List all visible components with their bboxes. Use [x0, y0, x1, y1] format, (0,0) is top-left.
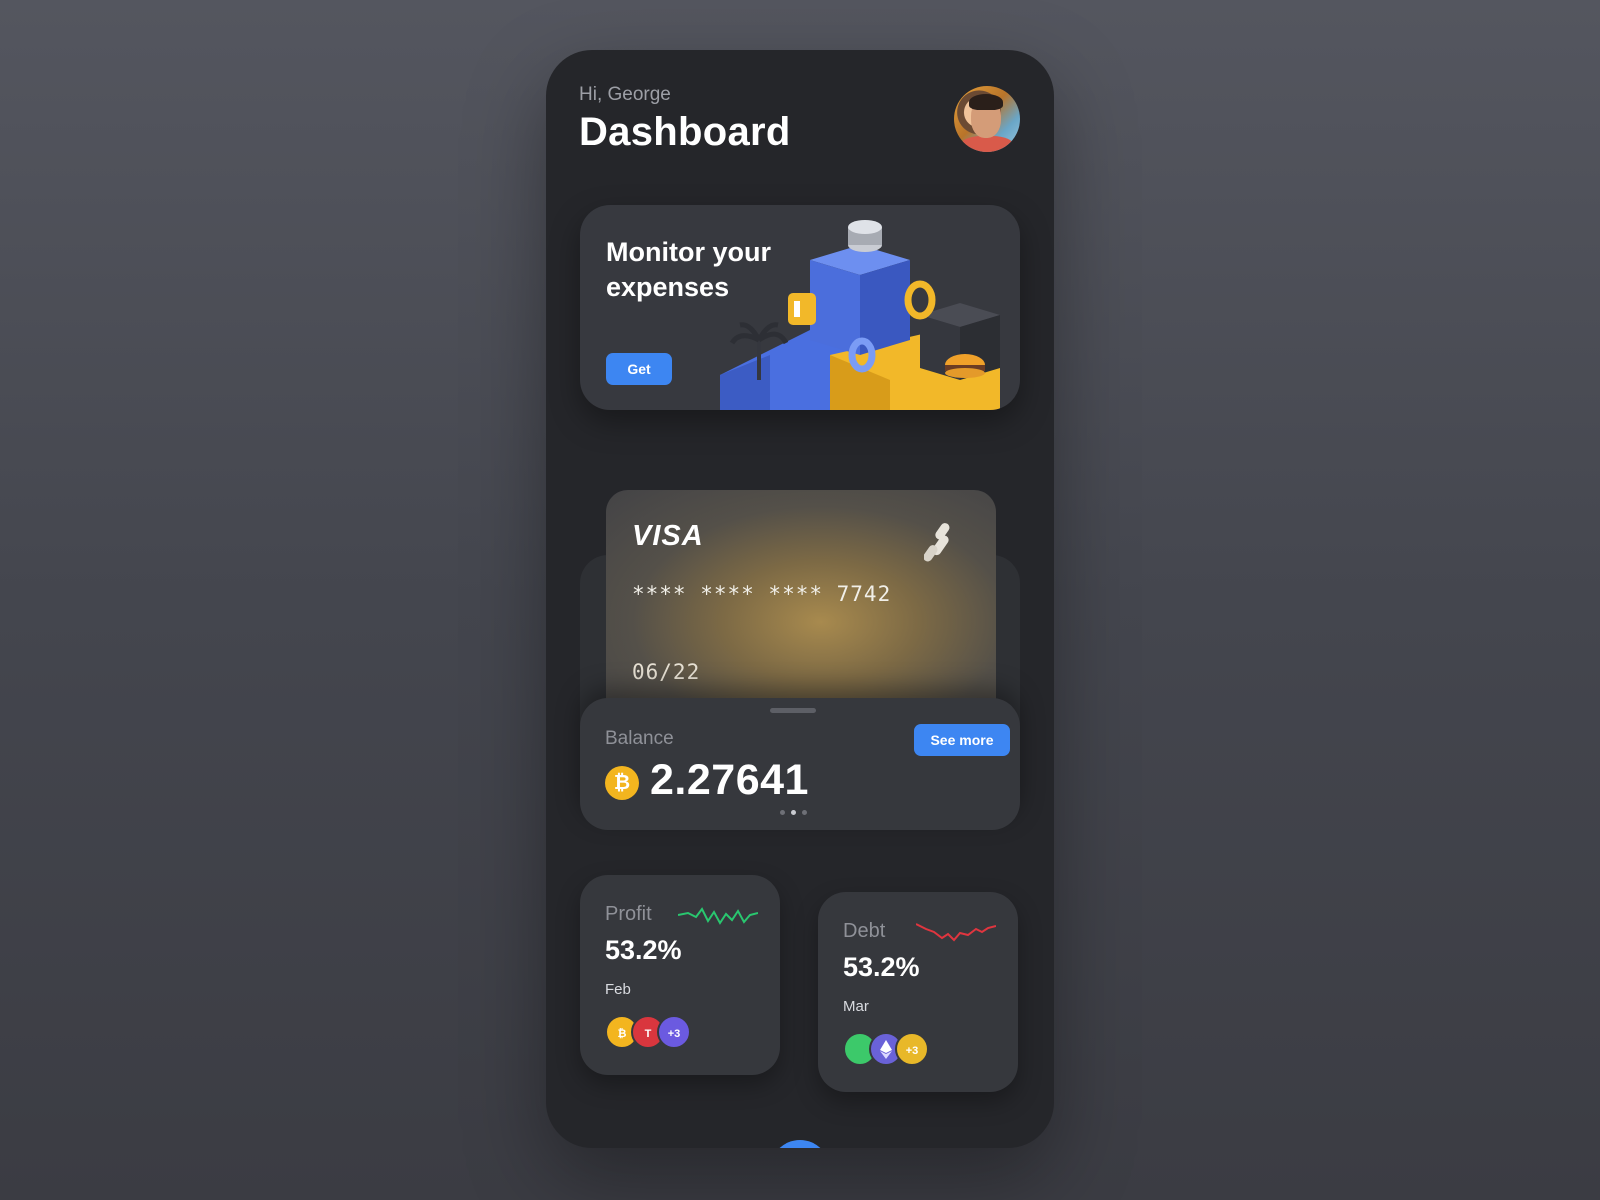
drag-handle[interactable] — [770, 708, 816, 713]
get-button[interactable]: Get — [606, 353, 672, 385]
card-issuer-icon — [924, 523, 950, 562]
debt-label: Debt — [843, 920, 886, 942]
pager-dot-active[interactable] — [791, 810, 796, 815]
promo-card: Monitor your expenses Get — [580, 205, 1020, 410]
finance-illustration — [720, 220, 1000, 410]
profit-month: Feb — [605, 981, 631, 998]
profit-card[interactable]: Profit 53.2% Feb ₿ T +3 — [580, 875, 780, 1075]
greeting-text: Hi, George — [579, 84, 671, 105]
card-expiry: 06/22 — [632, 660, 701, 684]
profit-sparkline — [678, 907, 758, 925]
phone-screen: Hi, George Dashboard Monitor your expens… — [546, 50, 1054, 1148]
profit-value: 53.2% — [605, 935, 682, 965]
pager-dots[interactable] — [780, 810, 807, 815]
debt-sparkline — [916, 923, 996, 942]
see-more-button[interactable]: See more — [914, 724, 1010, 756]
more-icon: +3 — [895, 1032, 929, 1066]
debt-month: Mar — [843, 998, 869, 1015]
card-number: **** **** **** 7742 — [632, 582, 892, 606]
debt-card[interactable]: Debt 53.2% Mar +3 — [818, 892, 1018, 1092]
more-icon: +3 — [657, 1015, 691, 1049]
debt-coins: +3 — [843, 1032, 953, 1066]
visa-logo: VISA — [632, 520, 704, 552]
profit-label: Profit — [605, 903, 652, 925]
balance-panel: Balance See more ₿ 2.27641 — [580, 698, 1020, 830]
avatar[interactable] — [954, 86, 1020, 152]
pager-dot[interactable] — [780, 810, 785, 815]
balance-value: 2.27641 — [650, 756, 809, 804]
debt-value: 53.2% — [843, 952, 920, 982]
profit-coins: ₿ T +3 — [605, 1015, 715, 1049]
credit-card[interactable]: VISA **** **** **** 7742 06/22 — [606, 490, 996, 730]
balance-label: Balance — [605, 728, 674, 749]
add-button[interactable] — [770, 1140, 830, 1148]
page-title: Dashboard — [579, 110, 791, 154]
pager-dot[interactable] — [802, 810, 807, 815]
bitcoin-icon: ₿ — [605, 766, 639, 800]
